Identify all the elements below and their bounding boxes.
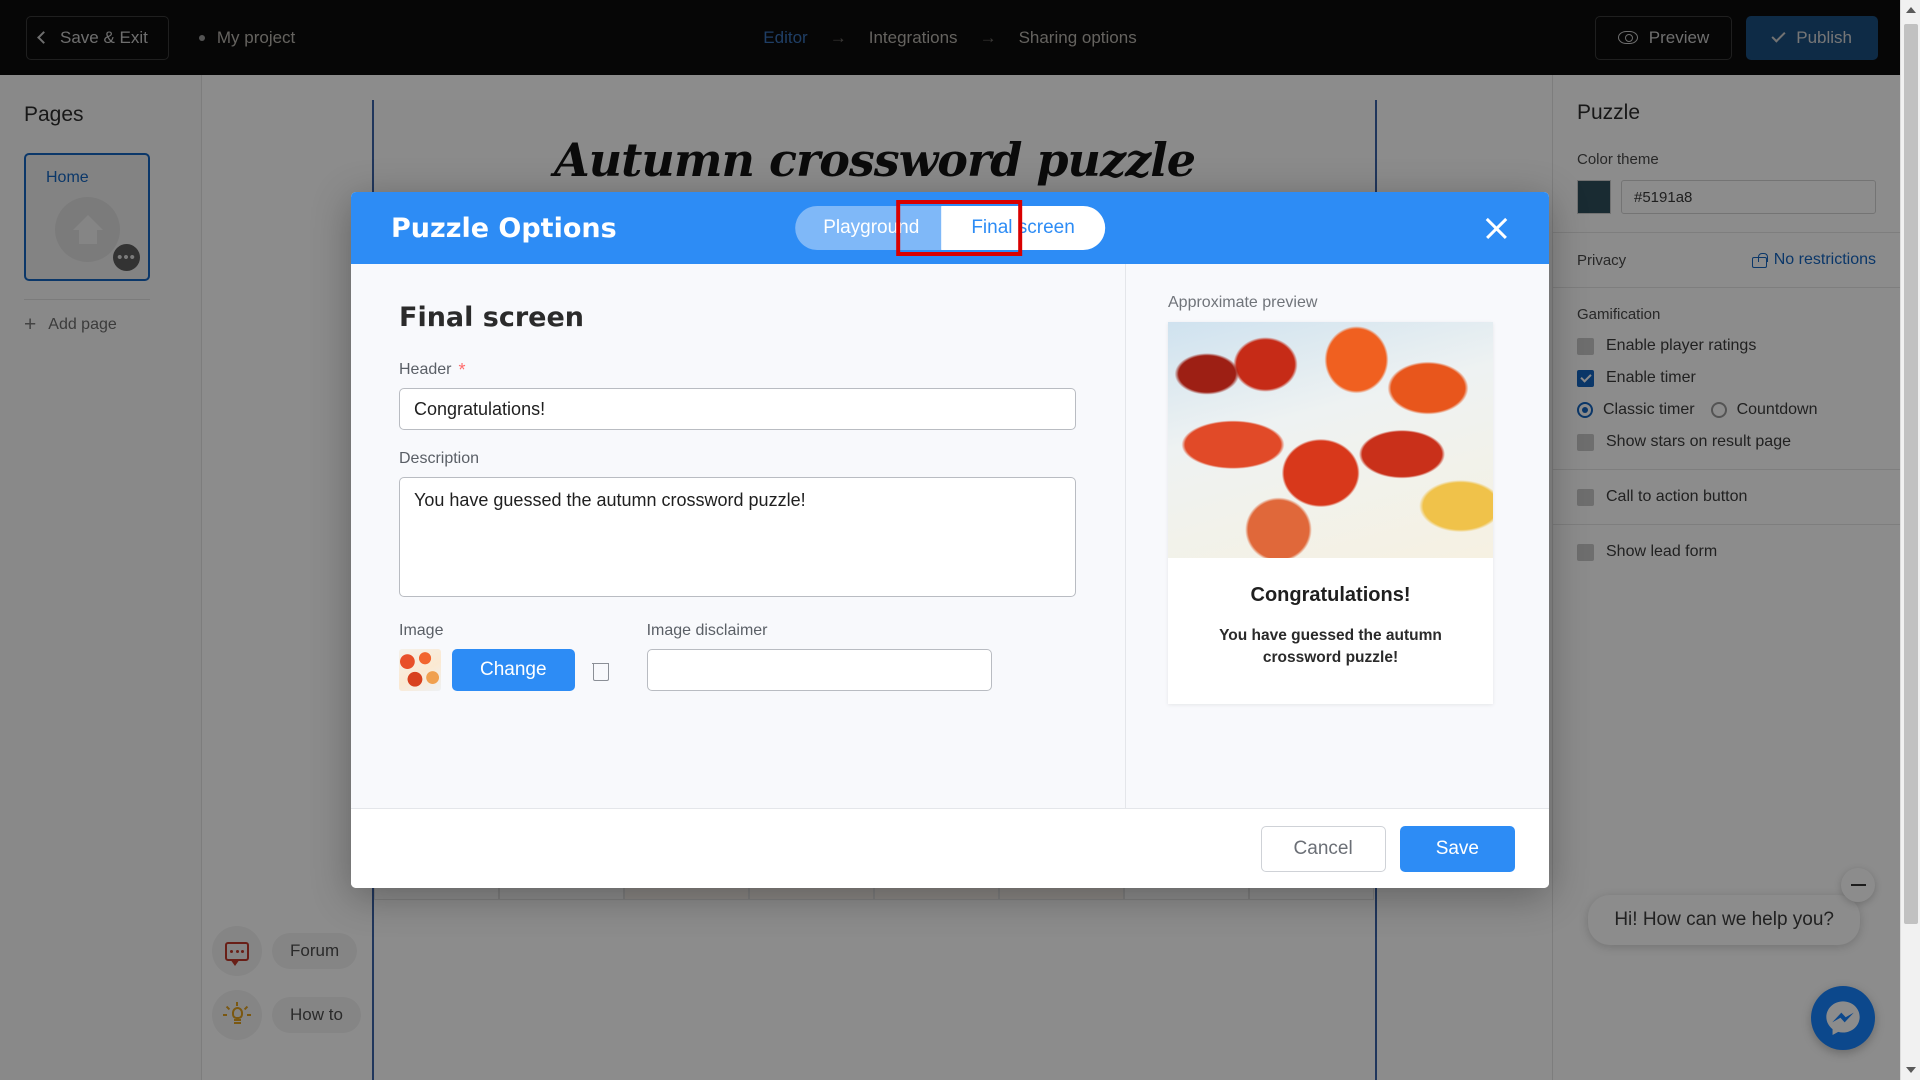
- image-field-label: Image: [399, 622, 609, 640]
- cancel-button[interactable]: Cancel: [1260, 825, 1386, 872]
- image-disclaimer-field-label: Image disclaimer: [647, 622, 992, 640]
- preview-image: [1168, 322, 1493, 558]
- close-icon[interactable]: [1481, 213, 1511, 243]
- image-column: Image Change: [399, 622, 610, 691]
- header-input[interactable]: [399, 388, 1076, 430]
- image-disclaimer-input[interactable]: [646, 649, 992, 691]
- scroll-down-arrow-icon[interactable]: [1901, 1060, 1920, 1080]
- description-field-label: Description: [399, 450, 1077, 468]
- step-final-screen[interactable]: Final screen: [941, 206, 1105, 250]
- approximate-preview-pane: Approximate preview Congratulations! You…: [1126, 264, 1549, 808]
- preview-caption: Approximate preview: [1168, 294, 1318, 311]
- scroll-up-arrow-icon[interactable]: [1901, 0, 1920, 20]
- form-heading: Final screen: [399, 302, 585, 333]
- header-field-label: Header *: [399, 361, 1077, 379]
- step-playground[interactable]: Playground: [795, 206, 962, 250]
- image-label-text: Image: [399, 622, 444, 639]
- modal-title: Puzzle Options: [391, 212, 617, 244]
- image-section: Image Change Image disclaimer: [399, 622, 1077, 691]
- required-asterisk-icon: *: [458, 360, 466, 380]
- page-scrollbar[interactable]: [1900, 0, 1920, 1080]
- modal-header: Puzzle Options Playground Final screen: [351, 192, 1549, 264]
- image-controls: Change: [399, 649, 610, 691]
- modal-footer: Cancel Save: [351, 808, 1549, 888]
- scrollbar-thumb[interactable]: [1904, 24, 1918, 924]
- app-root: Save & Exit My project Editor → Integrat…: [0, 0, 1920, 1080]
- description-textarea[interactable]: You have guessed the autumn crossword pu…: [399, 477, 1076, 597]
- save-button[interactable]: Save: [1399, 825, 1515, 872]
- modal-step-nav: Playground Final screen: [795, 200, 1105, 256]
- step-playground-label: Playground: [823, 217, 920, 238]
- header-label-text: Header: [399, 361, 452, 378]
- preview-card: Congratulations! You have guessed the au…: [1168, 322, 1493, 704]
- step-final-screen-label: Final screen: [971, 217, 1075, 238]
- preview-title: Congratulations!: [1250, 584, 1411, 606]
- image-thumbnail[interactable]: [399, 649, 441, 691]
- modal-body: Final screen Header * Description You ha…: [351, 264, 1549, 808]
- final-screen-form: Final screen Header * Description You ha…: [351, 264, 1126, 808]
- image-disclaimer-column: Image disclaimer: [646, 622, 992, 691]
- puzzle-options-modal: Puzzle Options Playground Final screen F…: [351, 192, 1549, 888]
- image-disclaimer-label-text: Image disclaimer: [646, 622, 768, 639]
- trash-icon[interactable]: [591, 660, 610, 681]
- description-label-text: Description: [399, 450, 480, 467]
- preview-description: You have guessed the autumn crossword pu…: [1219, 627, 1442, 667]
- change-image-button[interactable]: Change: [452, 649, 575, 691]
